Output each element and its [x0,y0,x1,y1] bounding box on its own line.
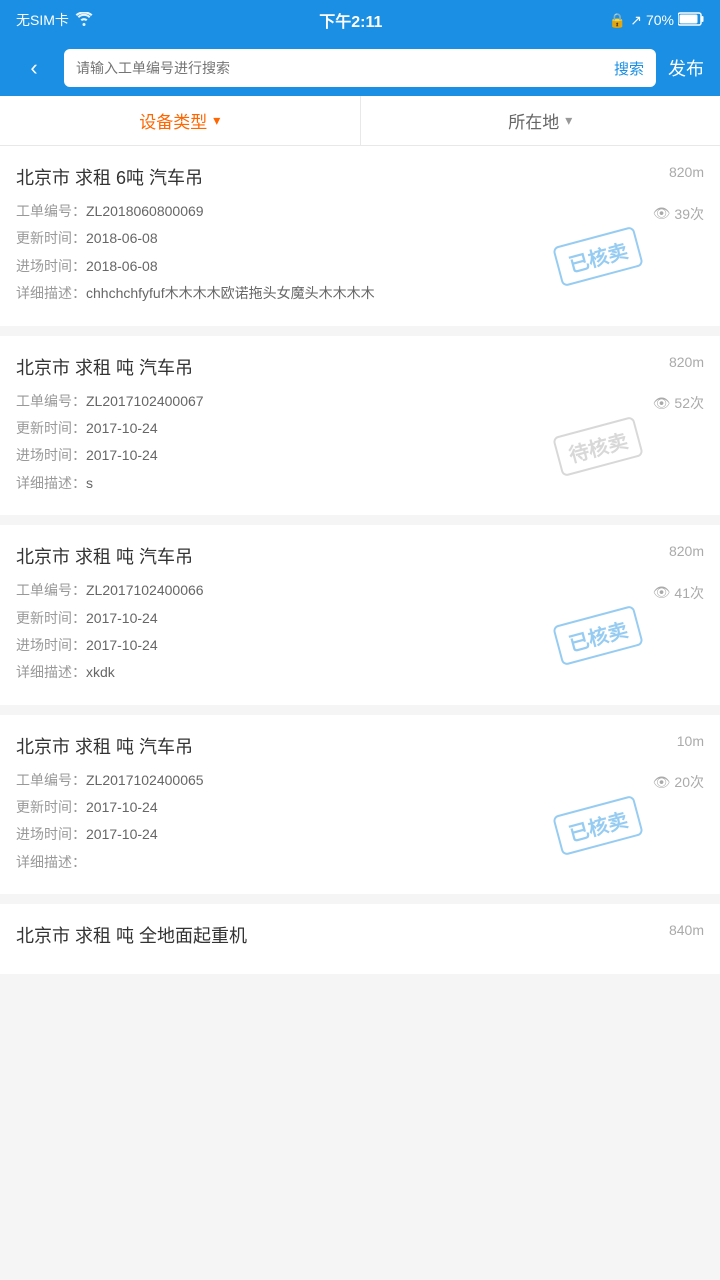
card-desc: 详细描述：xkdk [16,661,704,683]
status-left: 无SIM卡 [16,10,93,30]
card-distance: 820m [669,543,704,559]
list-item[interactable]: 北京市 求租 吨 汽车吊 820m 工单编号：ZL2017102400067 👁… [0,336,720,516]
search-input[interactable] [64,60,602,76]
card-update-date: 更新时间：2017-10-24 [16,796,704,818]
card-list: 北京市 求租 6吨 汽车吊 820m 工单编号：ZL2018060800069 … [0,146,720,974]
card-workorder: 工单编号：ZL2018060800069 [16,200,204,222]
card-title: 北京市 求租 吨 汽车吊 [16,733,704,759]
card-meta-row: 工单编号：ZL2018060800069 👁 39次 [16,200,704,227]
battery-icon [678,12,704,29]
card-title: 北京市 求租 吨 全地面起重机 [16,922,704,948]
filter-location-chevron: ▾ [565,112,572,129]
publish-button[interactable]: 发布 [668,55,704,81]
list-item[interactable]: 北京市 求租 吨 汽车吊 820m 工单编号：ZL2017102400066 👁… [0,525,720,705]
card-distance: 820m [669,354,704,370]
search-button[interactable]: 搜索 [602,58,656,79]
list-item[interactable]: 北京市 求租 吨 汽车吊 10m 工单编号：ZL2017102400065 👁 … [0,715,720,895]
status-bar: 无SIM卡 下午2:11 🔒 ↗ 70% [0,0,720,40]
filter-location[interactable]: 所在地 ▾ [361,96,720,145]
card-desc: 详细描述： [16,851,704,873]
list-item[interactable]: 北京市 求租 6吨 汽车吊 820m 工单编号：ZL2018060800069 … [0,146,720,326]
card-entry-date: 进场时间：2017-10-24 [16,634,704,656]
card-views: 👁 39次 [653,204,704,224]
eye-icon: 👁 [653,395,671,412]
card-title: 北京市 求租 吨 汽车吊 [16,543,704,569]
card-views: 👁 52次 [653,393,704,413]
card-meta-row: 工单编号：ZL2017102400065 👁 20次 [16,769,704,796]
back-button[interactable]: ‹ [16,50,52,86]
card-distance: 10m [677,733,704,749]
card-meta-row: 工单编号：ZL2017102400067 👁 52次 [16,390,704,417]
card-distance: 820m [669,164,704,180]
card-title: 北京市 求租 吨 汽车吊 [16,354,704,380]
status-right: 🔒 ↗ 70% [609,12,704,29]
lock-icon: 🔒 [609,12,626,29]
filter-bar: 设备类型 ▾ 所在地 ▾ [0,96,720,146]
filter-location-label: 所在地 [508,108,559,133]
list-item[interactable]: 北京市 求租 吨 全地面起重机 840m [0,904,720,974]
filter-device-type[interactable]: 设备类型 ▾ [0,96,361,145]
eye-icon: 👁 [653,205,671,222]
card-views: 👁 20次 [653,772,704,792]
wifi-icon [75,12,93,29]
card-workorder: 工单编号：ZL2017102400067 [16,390,204,412]
card-entry-date: 进场时间：2017-10-24 [16,444,704,466]
battery-text: 70% [646,12,674,28]
search-bar: 搜索 [64,49,656,87]
eye-icon: 👁 [653,584,671,601]
card-meta-row: 工单编号：ZL2017102400066 👁 41次 [16,579,704,606]
card-desc: 详细描述：chhchchfyfuf木木木木欧诺拖头女魔头木木木木 [16,282,704,304]
card-update-date: 更新时间：2017-10-24 [16,417,704,439]
nav-bar: ‹ 搜索 发布 [0,40,720,96]
status-time: 下午2:11 [319,8,382,32]
eye-icon: 👁 [653,774,671,791]
card-desc: 详细描述：s [16,472,704,494]
card-workorder: 工单编号：ZL2017102400065 [16,769,204,791]
location-icon: ↗ [630,12,642,29]
no-sim-text: 无SIM卡 [16,10,69,30]
card-entry-date: 进场时间：2017-10-24 [16,823,704,845]
card-update-date: 更新时间：2018-06-08 [16,227,704,249]
card-views: 👁 41次 [653,583,704,603]
filter-device-type-label: 设备类型 [139,108,207,133]
filter-device-type-chevron: ▾ [213,112,220,129]
card-update-date: 更新时间：2017-10-24 [16,607,704,629]
card-title: 北京市 求租 6吨 汽车吊 [16,164,704,190]
card-distance: 840m [669,922,704,938]
card-entry-date: 进场时间：2018-06-08 [16,255,704,277]
card-workorder: 工单编号：ZL2017102400066 [16,579,204,601]
